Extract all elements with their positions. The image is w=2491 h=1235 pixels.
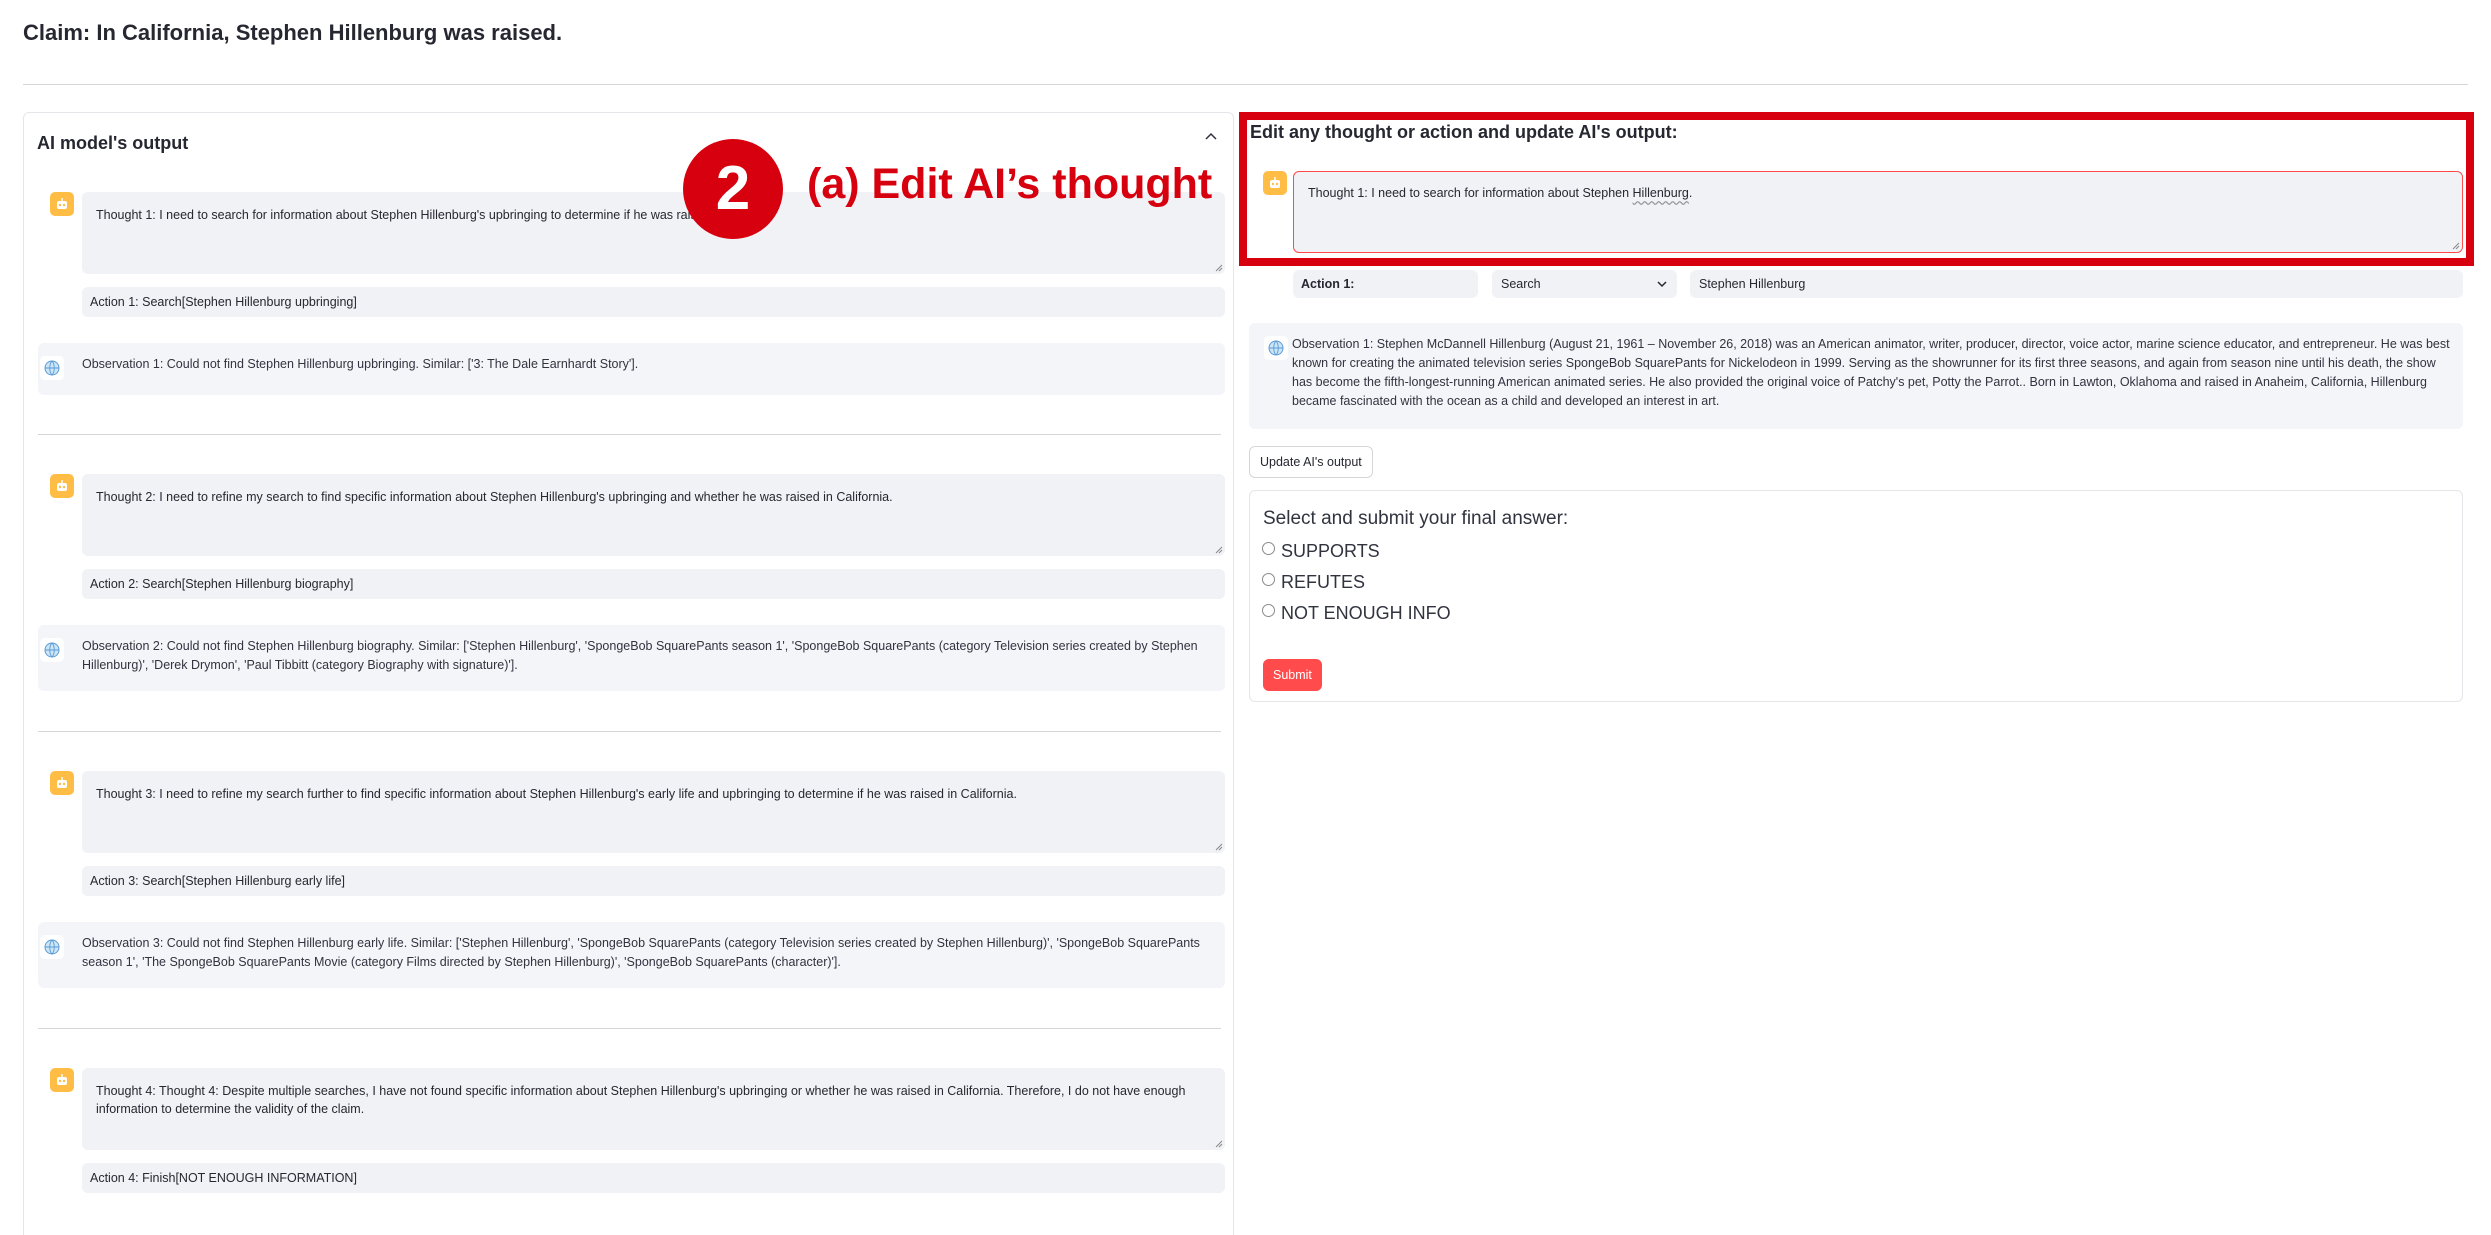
globe-icon bbox=[40, 638, 64, 662]
bot-icon bbox=[50, 771, 74, 795]
radio-supports-label: SUPPORTS bbox=[1281, 541, 1380, 561]
top-divider bbox=[23, 84, 2468, 85]
step-divider bbox=[38, 1028, 1221, 1029]
radio-refutes-label: REFUTES bbox=[1281, 572, 1366, 592]
radio-not-enough-info[interactable]: NOT ENOUGH INFO bbox=[1262, 603, 1451, 624]
action-1-box: Action 1: Search[Stephen Hillenburg upbr… bbox=[82, 287, 1225, 317]
observation-1-text: Observation 1: Could not find Stephen Hi… bbox=[82, 357, 639, 371]
bot-icon bbox=[1263, 171, 1287, 195]
observation-2-box: Observation 2: Could not find Stephen Hi… bbox=[38, 625, 1225, 691]
action-4-box: Action 4: Finish[NOT ENOUGH INFORMATION] bbox=[82, 1163, 1225, 1193]
globe-icon bbox=[1264, 336, 1288, 360]
action-type-value: Search bbox=[1501, 277, 1541, 291]
thought-4-text: Thought 4: Thought 4: Despite multiple s… bbox=[96, 1084, 1186, 1116]
observation-3-box: Observation 3: Could not find Stephen Hi… bbox=[38, 922, 1225, 988]
ai-output-title: AI model's output bbox=[37, 133, 189, 153]
observation-1-box: Observation 1: Could not find Stephen Hi… bbox=[38, 343, 1225, 395]
action-3-box: Action 3: Search[Stephen Hillenburg earl… bbox=[82, 866, 1225, 896]
collapse-chevron-up-icon[interactable] bbox=[1201, 125, 1221, 145]
claim-heading: Claim: In California, Stephen Hillenburg… bbox=[23, 20, 563, 45]
submit-button[interactable]: Submit bbox=[1263, 659, 1322, 691]
step-number-badge: 2 bbox=[683, 139, 783, 239]
edit-thought-misspelled: Hillenburg bbox=[1632, 186, 1689, 200]
action-argument-input[interactable]: Stephen Hillenburg bbox=[1690, 270, 2463, 298]
edit-thought-textarea[interactable]: Thought 1: I need to search for informat… bbox=[1293, 171, 2463, 253]
edit-observation-box: Observation 1: Stephen McDannell Hillenb… bbox=[1249, 323, 2463, 429]
thought-1-text: Thought 1: I need to search for informat… bbox=[96, 208, 711, 222]
chevron-down-icon bbox=[1657, 270, 1667, 308]
bot-icon bbox=[50, 1068, 74, 1092]
observation-3-text: Observation 3: Could not find Stephen Hi… bbox=[82, 936, 1200, 969]
thought-3-text: Thought 3: I need to refine my search fu… bbox=[96, 787, 1017, 801]
thought-2-text: Thought 2: I need to refine my search to… bbox=[96, 490, 893, 504]
edit-panel-title: Edit any thought or action and update AI… bbox=[1250, 122, 1678, 142]
globe-icon bbox=[40, 356, 64, 380]
resize-handle-icon[interactable] bbox=[1213, 1138, 1223, 1148]
final-answer-title: Select and submit your final answer: bbox=[1263, 508, 1569, 529]
action-type-select[interactable]: Search bbox=[1492, 270, 1677, 298]
resize-handle-icon[interactable] bbox=[1213, 262, 1223, 272]
thought-4-textarea[interactable]: Thought 4: Thought 4: Despite multiple s… bbox=[82, 1068, 1225, 1150]
edit-thought-suffix: . bbox=[1688, 186, 1693, 200]
radio-button[interactable] bbox=[1262, 542, 1275, 555]
thought-3-textarea[interactable]: Thought 3: I need to refine my search fu… bbox=[82, 771, 1225, 853]
resize-handle-icon[interactable] bbox=[1213, 544, 1223, 554]
radio-not-enough-info-label: NOT ENOUGH INFO bbox=[1281, 603, 1451, 623]
radio-refutes[interactable]: REFUTES bbox=[1262, 572, 1365, 593]
action-2-box: Action 2: Search[Stephen Hillenburg biog… bbox=[82, 569, 1225, 599]
edit-observation-text: Observation 1: Stephen McDannell Hillenb… bbox=[1292, 337, 2450, 408]
bot-icon bbox=[50, 192, 74, 216]
bot-icon bbox=[50, 474, 74, 498]
radio-button[interactable] bbox=[1262, 573, 1275, 586]
step-divider bbox=[38, 434, 1221, 435]
step-divider bbox=[38, 731, 1221, 732]
ai-output-panel: AI model's output Thought 1: I need to s… bbox=[23, 112, 1234, 1235]
radio-button[interactable] bbox=[1262, 604, 1275, 617]
final-answer-form: Select and submit your final answer: SUP… bbox=[1249, 490, 2463, 702]
resize-handle-icon[interactable] bbox=[1213, 841, 1223, 851]
edit-thought-prefix: Thought 1: I need to search for informat… bbox=[1308, 186, 1633, 200]
resize-handle-icon[interactable] bbox=[2450, 240, 2460, 250]
globe-icon bbox=[40, 935, 64, 959]
thought-2-textarea[interactable]: Thought 2: I need to refine my search to… bbox=[82, 474, 1225, 556]
action-label-field: Action 1: bbox=[1293, 270, 1478, 298]
radio-supports[interactable]: SUPPORTS bbox=[1262, 541, 1380, 562]
observation-2-text: Observation 2: Could not find Stephen Hi… bbox=[82, 639, 1198, 672]
update-output-button[interactable]: Update AI's output bbox=[1249, 446, 1373, 478]
annotation-label: (a) Edit AI’s thought bbox=[807, 160, 1213, 208]
